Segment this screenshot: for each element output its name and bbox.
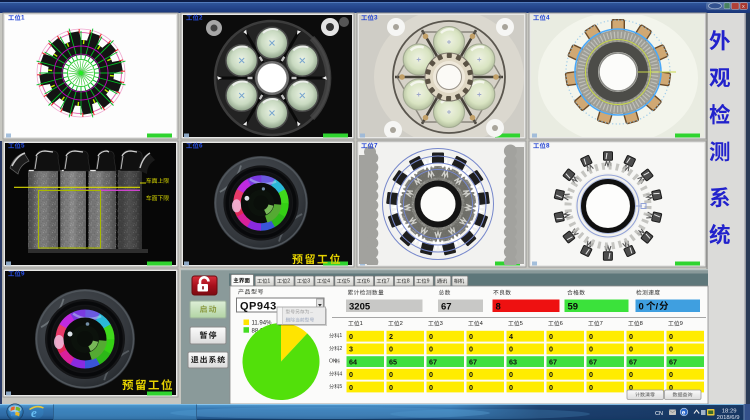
svg-text:0: 0 xyxy=(509,345,513,354)
svg-text:0: 0 xyxy=(549,370,553,379)
svg-text:0: 0 xyxy=(509,370,513,379)
svg-text:0: 0 xyxy=(629,370,633,379)
svg-text:7: 7 xyxy=(387,279,390,285)
svg-text:5: 5 xyxy=(520,321,523,327)
svg-text:/: / xyxy=(656,302,659,313)
svg-text:67: 67 xyxy=(669,357,677,366)
svg-text:6: 6 xyxy=(560,321,563,327)
svg-text:0: 0 xyxy=(639,302,644,313)
svg-text:2: 2 xyxy=(389,332,393,341)
svg-text:65: 65 xyxy=(389,357,397,366)
svg-text:0: 0 xyxy=(589,345,593,354)
svg-text:0: 0 xyxy=(349,332,353,341)
svg-text:67: 67 xyxy=(429,357,437,366)
svg-text:2: 2 xyxy=(287,279,290,285)
svg-text:0: 0 xyxy=(589,332,593,341)
svg-text:0: 0 xyxy=(429,345,433,354)
svg-text:3: 3 xyxy=(307,279,310,285)
svg-text:1: 1 xyxy=(339,333,342,339)
svg-text:0: 0 xyxy=(589,370,593,379)
svg-text:7: 7 xyxy=(600,321,603,327)
svg-text:CN: CN xyxy=(655,411,663,417)
svg-text:0: 0 xyxy=(629,345,633,354)
svg-text:8: 8 xyxy=(407,279,410,285)
svg-text:6: 6 xyxy=(199,143,203,150)
svg-text:8: 8 xyxy=(496,302,501,313)
svg-text:0: 0 xyxy=(549,383,553,392)
svg-text:6: 6 xyxy=(367,279,370,285)
svg-text:...: ... xyxy=(310,310,314,315)
svg-text:0: 0 xyxy=(429,383,433,392)
svg-text:0: 0 xyxy=(669,332,673,341)
svg-text:0: 0 xyxy=(349,383,353,392)
svg-text:67: 67 xyxy=(469,357,477,366)
svg-text:x: x xyxy=(742,4,745,10)
svg-text:3: 3 xyxy=(374,15,378,22)
svg-text:8: 8 xyxy=(546,143,550,150)
svg-text:64: 64 xyxy=(349,357,357,366)
svg-text:0: 0 xyxy=(389,345,393,354)
svg-text:4: 4 xyxy=(327,279,330,285)
svg-text:0: 0 xyxy=(389,383,393,392)
svg-text:1: 1 xyxy=(267,279,270,285)
svg-text:2: 2 xyxy=(339,346,342,352)
svg-text:59: 59 xyxy=(568,302,579,313)
svg-text:0: 0 xyxy=(589,383,593,392)
svg-text:0: 0 xyxy=(549,345,553,354)
svg-text:8: 8 xyxy=(640,321,643,327)
svg-text:5: 5 xyxy=(347,279,350,285)
svg-text:7: 7 xyxy=(374,143,378,150)
svg-text:2: 2 xyxy=(400,321,403,327)
svg-text:0: 0 xyxy=(549,332,553,341)
svg-text:9: 9 xyxy=(680,321,683,327)
svg-text:0: 0 xyxy=(669,370,673,379)
svg-text:0: 0 xyxy=(469,383,473,392)
svg-text:1: 1 xyxy=(360,321,363,327)
svg-text:0: 0 xyxy=(469,332,473,341)
svg-text:4: 4 xyxy=(339,371,342,377)
svg-text:0: 0 xyxy=(669,345,673,354)
svg-text:0: 0 xyxy=(469,370,473,379)
svg-text:0: 0 xyxy=(349,370,353,379)
svg-text:67: 67 xyxy=(589,357,597,366)
svg-text:3: 3 xyxy=(440,321,443,327)
svg-text:67: 67 xyxy=(629,357,637,366)
svg-text:0: 0 xyxy=(509,383,513,392)
svg-text:2: 2 xyxy=(199,15,203,22)
svg-text:e: e xyxy=(682,410,686,417)
svg-text:63: 63 xyxy=(509,357,517,366)
svg-text:0: 0 xyxy=(469,345,473,354)
svg-text:3205: 3205 xyxy=(349,302,371,313)
svg-text:67: 67 xyxy=(441,302,452,313)
svg-text:67: 67 xyxy=(549,357,557,366)
svg-text:1: 1 xyxy=(21,15,25,22)
svg-text:3: 3 xyxy=(349,345,353,354)
svg-text:0: 0 xyxy=(429,332,433,341)
svg-text:0: 0 xyxy=(629,332,633,341)
svg-text:0: 0 xyxy=(389,370,393,379)
svg-text:QP943: QP943 xyxy=(240,301,277,313)
svg-text:0: 0 xyxy=(429,370,433,379)
svg-text:4: 4 xyxy=(546,15,550,22)
svg-text:18:29: 18:29 xyxy=(722,409,737,415)
svg-text:9: 9 xyxy=(21,271,25,278)
svg-text:4: 4 xyxy=(509,332,513,341)
svg-text:5: 5 xyxy=(339,384,342,390)
svg-text:5: 5 xyxy=(21,143,25,150)
svg-text:9: 9 xyxy=(427,279,430,285)
svg-text:OK: OK xyxy=(329,359,337,365)
svg-text:2018/6/9: 2018/6/9 xyxy=(717,415,740,420)
